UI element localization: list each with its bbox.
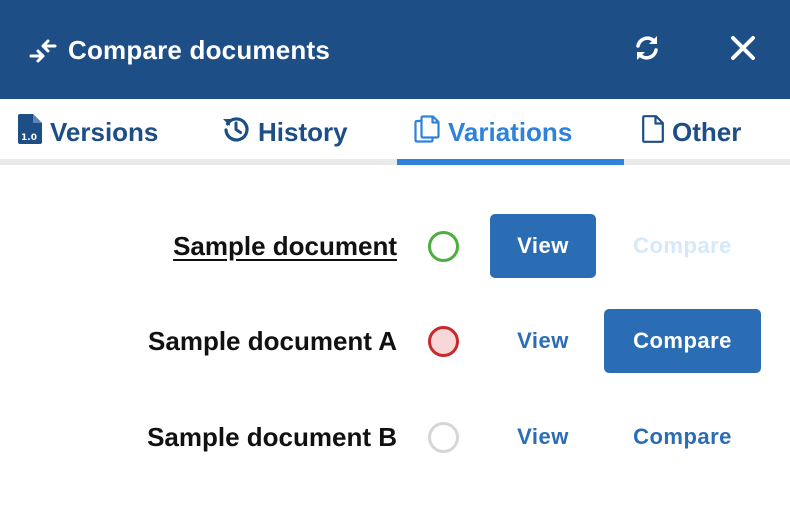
compare-button[interactable]: Compare bbox=[604, 405, 761, 469]
view-button[interactable]: View bbox=[490, 309, 596, 373]
dialog-title: Compare documents bbox=[68, 34, 331, 65]
svg-text:1.0: 1.0 bbox=[21, 133, 37, 143]
document-row: Sample document B View Compare bbox=[0, 405, 790, 469]
compare-button: Compare bbox=[633, 233, 732, 258]
tab-versions-label: Versions bbox=[50, 116, 159, 147]
view-button[interactable]: View bbox=[490, 405, 596, 469]
tab-other-label: Other bbox=[672, 116, 742, 147]
document-icon bbox=[642, 114, 664, 150]
active-tab-indicator bbox=[397, 159, 624, 165]
document-name-link[interactable]: Sample document bbox=[173, 214, 397, 278]
document-row: Sample document A View Compare bbox=[0, 309, 790, 373]
close-button[interactable] bbox=[723, 30, 763, 70]
status-indicator-grey bbox=[428, 422, 459, 453]
document-row: Sample document View Compare bbox=[0, 214, 790, 278]
document-name: Sample document A bbox=[148, 326, 397, 356]
status-indicator-green bbox=[428, 231, 459, 262]
document-name: Sample document B bbox=[147, 422, 397, 452]
view-button[interactable]: View bbox=[490, 214, 596, 278]
compare-button[interactable]: Compare bbox=[604, 309, 761, 373]
header-title-group: Compare documents bbox=[28, 30, 330, 70]
tab-history-label: History bbox=[258, 116, 348, 147]
refresh-icon bbox=[632, 33, 662, 68]
compare-arrows-icon bbox=[28, 36, 58, 64]
tab-other[interactable]: Other bbox=[642, 99, 741, 165]
tab-variations[interactable]: Variations bbox=[414, 99, 572, 165]
history-icon bbox=[222, 115, 250, 150]
tab-history[interactable]: History bbox=[222, 99, 348, 165]
versions-file-icon: 1.0 bbox=[18, 113, 42, 151]
refresh-button[interactable] bbox=[627, 30, 667, 70]
close-icon bbox=[729, 34, 757, 67]
tab-versions[interactable]: 1.0 Versions bbox=[18, 99, 158, 165]
tab-variations-label: Variations bbox=[448, 116, 573, 147]
status-indicator-red bbox=[428, 326, 459, 357]
header-bar: Compare documents bbox=[0, 0, 790, 99]
copies-icon bbox=[414, 114, 440, 150]
